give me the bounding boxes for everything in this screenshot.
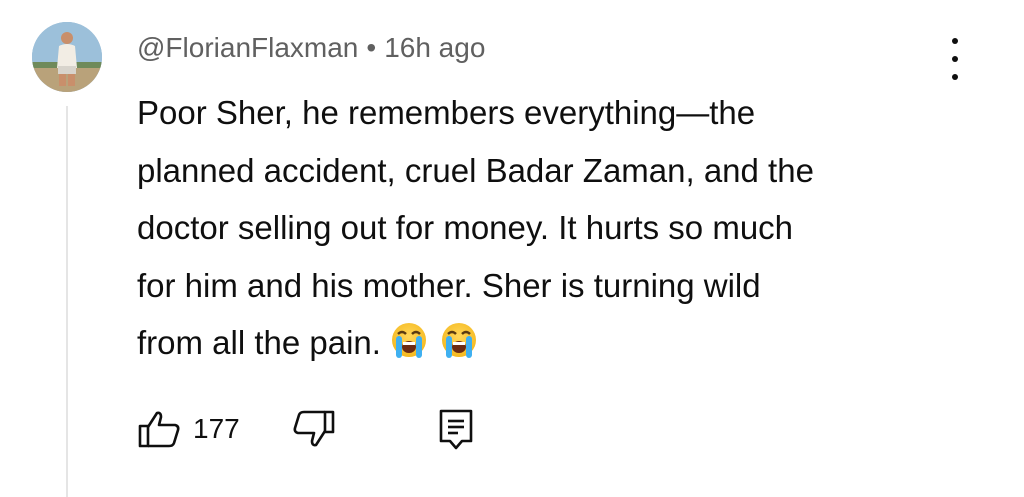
more-dot: [952, 38, 958, 44]
thread-line: [66, 106, 68, 497]
like-count: 177: [193, 413, 240, 444]
avatar[interactable]: [32, 22, 102, 92]
author-name[interactable]: @FlorianFlaxman: [137, 32, 358, 63]
thumbs-up-icon: [138, 411, 180, 448]
more-vert-icon[interactable]: [940, 38, 970, 80]
comment-actions: 177: [137, 404, 476, 454]
comment-text-line: for him and his mother. Sher is turning …: [137, 266, 761, 304]
loudly-crying-face-icon: [437, 320, 481, 378]
avatar-image: [32, 22, 102, 92]
comment: @FlorianFlaxman • 16h ago Poor Sher, he re…: [0, 0, 1024, 497]
thumbs-down-icon: [293, 410, 335, 447]
comment-text-line-last: from all the pain.: [137, 314, 957, 378]
reply-comment-icon: [439, 409, 473, 450]
reply-button[interactable]: [436, 408, 476, 450]
comment-text-line: doctor selling out for money. It hurts s…: [137, 209, 794, 246]
dislike-button[interactable]: [292, 409, 336, 449]
more-dot: [952, 56, 958, 62]
meta-separator: •: [366, 32, 377, 63]
loudly-crying-face-icon: [387, 320, 431, 378]
comment-timestamp[interactable]: 16h ago: [384, 32, 485, 63]
comment-text-line: from all the pain.: [137, 324, 381, 361]
comment-text: Poor Sher, he remembers everything—the p…: [137, 84, 957, 378]
like-button[interactable]: 177: [137, 409, 240, 449]
comment-text-line: planned accident, cruel Badar Zaman, and…: [137, 151, 814, 189]
comment-text-line: Poor Sher, he remembers everything—the: [137, 94, 756, 131]
comment-header: @FlorianFlaxman • 16h ago: [137, 30, 485, 66]
more-dot: [952, 74, 958, 80]
